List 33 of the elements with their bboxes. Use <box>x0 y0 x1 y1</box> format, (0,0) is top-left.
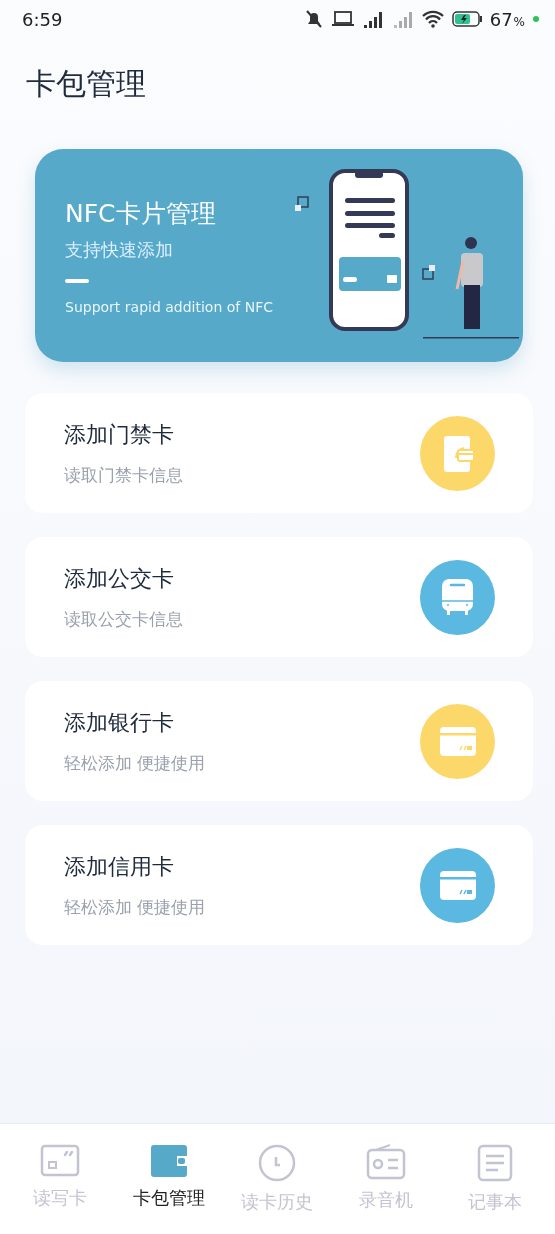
radio-icon <box>366 1144 407 1180</box>
banner-caption: Support rapid addition of NFC <box>65 298 274 315</box>
percent-sign: % <box>513 14 525 29</box>
card-title: 添加门禁卡 <box>64 420 175 449</box>
banner-title: NFC卡片管理 <box>65 197 217 230</box>
card-subtitle: 读取门禁卡信息 <box>64 463 184 487</box>
wallet-icon <box>148 1144 189 1178</box>
card-title: 添加银行卡 <box>64 708 175 737</box>
banner-dash <box>65 278 89 283</box>
battery-percent: 67 <box>489 8 513 30</box>
card-icon <box>40 1144 81 1178</box>
clock-icon <box>257 1144 298 1182</box>
banner-subtitle: 支持快速添加 <box>65 237 174 262</box>
page-title: 卡包管理 <box>26 65 147 103</box>
add-card-item[interactable]: 添加门禁卡 读取门禁卡信息 <box>25 393 533 513</box>
bell-muted-icon <box>303 9 324 29</box>
add-card-item[interactable]: 添加公交卡 读取公交卡信息 <box>25 537 533 657</box>
nav-tab[interactable]: 卡包管理 <box>118 1124 219 1234</box>
card-subtitle: 轻松添加 便捷使用 <box>64 895 207 919</box>
card-title: 添加信用卡 <box>64 852 175 881</box>
card-subtitle: 轻松添加 便捷使用 <box>64 751 207 775</box>
note-icon <box>476 1144 513 1182</box>
laptop-icon <box>331 11 354 27</box>
add-card-item[interactable]: 添加信用卡 轻松添加 便捷使用 <box>25 825 533 945</box>
card-title: 添加公交卡 <box>64 564 175 593</box>
signal-icon <box>361 9 384 29</box>
card-subtitle: 读取公交卡信息 <box>64 607 184 631</box>
status-time: 6:59 <box>22 8 64 30</box>
add-card-item[interactable]: 添加银行卡 轻松添加 便捷使用 <box>25 681 533 801</box>
status-dot <box>533 16 539 22</box>
signal-icon <box>391 9 414 29</box>
battery-icon <box>451 11 482 27</box>
wifi-icon <box>421 10 444 28</box>
